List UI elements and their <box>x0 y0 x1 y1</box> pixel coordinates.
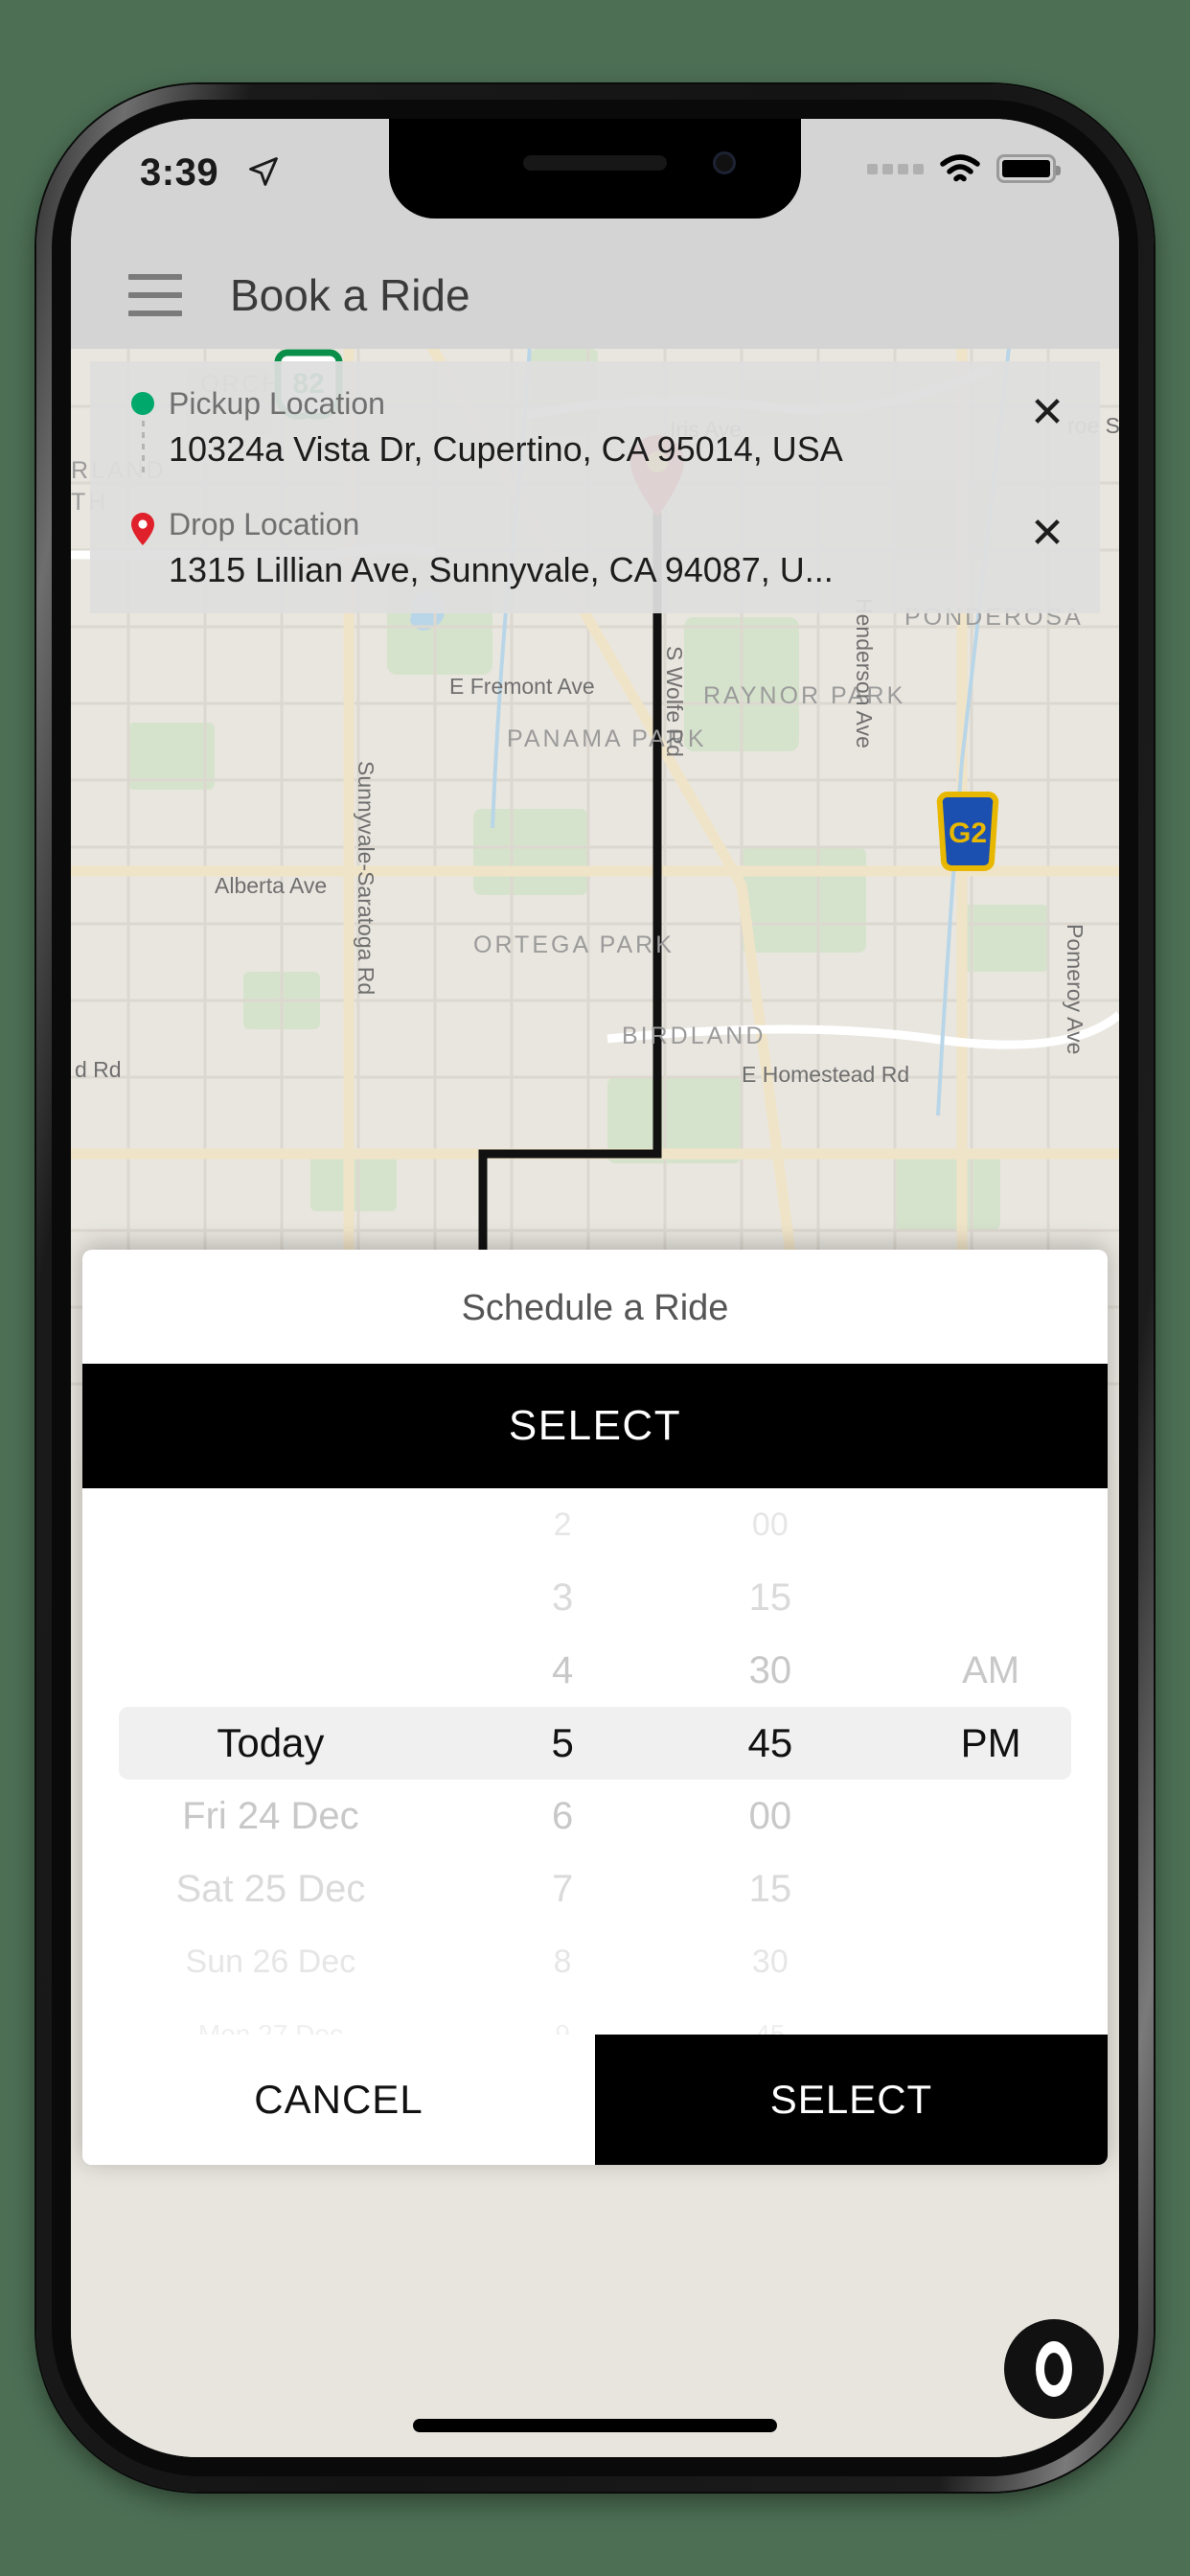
picker-item-meridiem[interactable]: AM <box>874 1634 1108 1707</box>
picker-item-date[interactable]: Today <box>82 1707 459 1780</box>
earpiece-speaker <box>523 155 667 171</box>
pickup-clear-icon[interactable]: ✕ <box>1021 386 1073 434</box>
location-arrow-icon <box>249 157 278 186</box>
picker-item-hour[interactable]: 4 <box>459 1634 667 1707</box>
status-bar: 3:39 <box>71 119 1119 242</box>
map-street-label: E Fremont Ave <box>449 674 595 699</box>
picker-item-hour[interactable]: 6 <box>459 1780 667 1852</box>
battery-full-icon <box>996 154 1061 183</box>
map-street-label: Sunnyvale-Saratoga Rd <box>354 761 378 995</box>
locate-compass-icon[interactable] <box>1004 2319 1104 2419</box>
battery-fill <box>1002 160 1050 177</box>
red-pin-icon <box>131 513 154 545</box>
picker-item-hour[interactable]: 8 <box>459 1925 667 1998</box>
drop-marker-col <box>117 507 169 545</box>
dialog-title: Schedule a Ride <box>461 1288 729 1328</box>
drop-location-row[interactable]: Drop Location 1315 Lillian Ave, Sunnyval… <box>117 507 1073 590</box>
pickup-marker-col <box>117 386 169 480</box>
map-area-label: BIRDLAND <box>622 1023 766 1049</box>
drop-clear-icon[interactable]: ✕ <box>1021 507 1073 555</box>
map-street-label: Pomeroy Ave <box>1063 924 1087 1054</box>
picker-item-hour[interactable]: 2 <box>459 1488 667 1561</box>
datetime-picker[interactable]: Today Fri 24 Dec Sat 25 Dec Sun 26 Dec Mon 2… <box>82 1488 1108 2035</box>
map-street-label: d Rd <box>75 1057 122 1082</box>
map-street-label: Alberta Ave <box>215 873 327 898</box>
picker-item-minute[interactable]: 15 <box>666 1852 874 1925</box>
picker-item-date[interactable]: Mon 27 Dec <box>82 1998 459 2035</box>
hamburger-menu-icon[interactable] <box>128 274 182 316</box>
picker-select-header: SELECT <box>82 1364 1108 1488</box>
picker-item-minute[interactable]: 00 <box>666 1780 874 1852</box>
cancel-button[interactable]: CANCEL <box>82 2035 595 2165</box>
status-indicators <box>867 153 1061 184</box>
page-title: Book a Ride <box>230 270 470 320</box>
picker-item-date[interactable]: Fri 24 Dec <box>82 1780 459 1852</box>
pickup-location-value[interactable]: 10324a Vista Dr, Cupertino, CA 95014, US… <box>169 429 1021 470</box>
dialog-actions: CANCEL SELECT <box>82 2035 1108 2165</box>
status-time: 3:39 <box>140 151 219 194</box>
drop-location-value[interactable]: 1315 Lillian Ave, Sunnyvale, CA 94087, U… <box>169 550 1021 590</box>
picker-column-date[interactable]: Today Fri 24 Dec Sat 25 Dec Sun 26 Dec Mon 2… <box>82 1488 459 2035</box>
route-dotted-connector <box>141 421 145 474</box>
green-dot-icon <box>131 392 154 415</box>
picker-column-hour[interactable]: 432156789 <box>459 1488 667 2036</box>
picker-item-hour[interactable]: 3 <box>459 1561 667 1634</box>
pickup-text-col: Pickup Location 10324a Vista Dr, Cuperti… <box>169 386 1021 470</box>
location-card: Pickup Location 10324a Vista Dr, Cuperti… <box>90 361 1100 613</box>
picker-item-hour[interactable]: 9 <box>459 1998 667 2035</box>
picker-column-minute[interactable]: 30 15 00 45 00 15 30 45 <box>666 1488 874 2036</box>
drop-text-col: Drop Location 1315 Lillian Ave, Sunnyval… <box>169 507 1021 590</box>
home-indicator[interactable] <box>413 2419 777 2432</box>
select-button[interactable]: SELECT <box>595 2035 1108 2165</box>
phone-screen: ORCHARD RLAND TH PONDEROSA RAYNOR PARK P… <box>71 119 1119 2457</box>
svg-text:G2: G2 <box>949 817 987 849</box>
wifi-icon <box>940 154 980 182</box>
map-street-label: E Homestead Rd <box>742 1062 909 1087</box>
picker-item-minute[interactable]: 15 <box>666 1561 874 1634</box>
signal-dots-icon <box>867 163 924 174</box>
picker-item-minute[interactable]: 45 <box>666 1707 874 1780</box>
picker-item-date[interactable]: Sat 25 Dec <box>82 1852 459 1925</box>
picker-item-minute[interactable]: 30 <box>666 1925 874 1998</box>
drop-location-label: Drop Location <box>169 507 360 541</box>
device-notch <box>389 119 801 218</box>
picker-item-meridiem[interactable]: PM <box>874 1707 1108 1780</box>
phone-frame: ORCHARD RLAND TH PONDEROSA RAYNOR PARK P… <box>36 84 1154 2492</box>
picker-item-minute[interactable]: 45 <box>666 1998 874 2035</box>
picker-item-hour[interactable]: 7 <box>459 1852 667 1925</box>
map-street-label: Henderson Ave <box>852 598 877 748</box>
pickup-location-label: Pickup Location <box>169 386 385 421</box>
picker-item-date[interactable]: Sun 26 Dec <box>82 1925 459 1998</box>
map-street-label: S Wolfe Rd <box>662 646 687 757</box>
picker-column-meridiem[interactable]: AM PM <box>874 1488 1108 2035</box>
picker-item-minute[interactable]: 30 <box>666 1634 874 1707</box>
picker-item-hour[interactable]: 5 <box>459 1707 667 1780</box>
pickup-location-row[interactable]: Pickup Location 10324a Vista Dr, Cuperti… <box>117 386 1073 501</box>
highway-shield-g2: G2 <box>936 792 999 872</box>
front-camera <box>713 151 736 174</box>
schedule-a-ride-dialog: Schedule a Ride SELECT Today Fri 24 Dec Sa… <box>82 1250 1108 2165</box>
map-area-label: ORTEGA PARK <box>473 932 675 958</box>
app-bar: Book a Ride <box>71 242 1119 349</box>
picker-item-minute[interactable]: 00 <box>666 1488 874 1561</box>
